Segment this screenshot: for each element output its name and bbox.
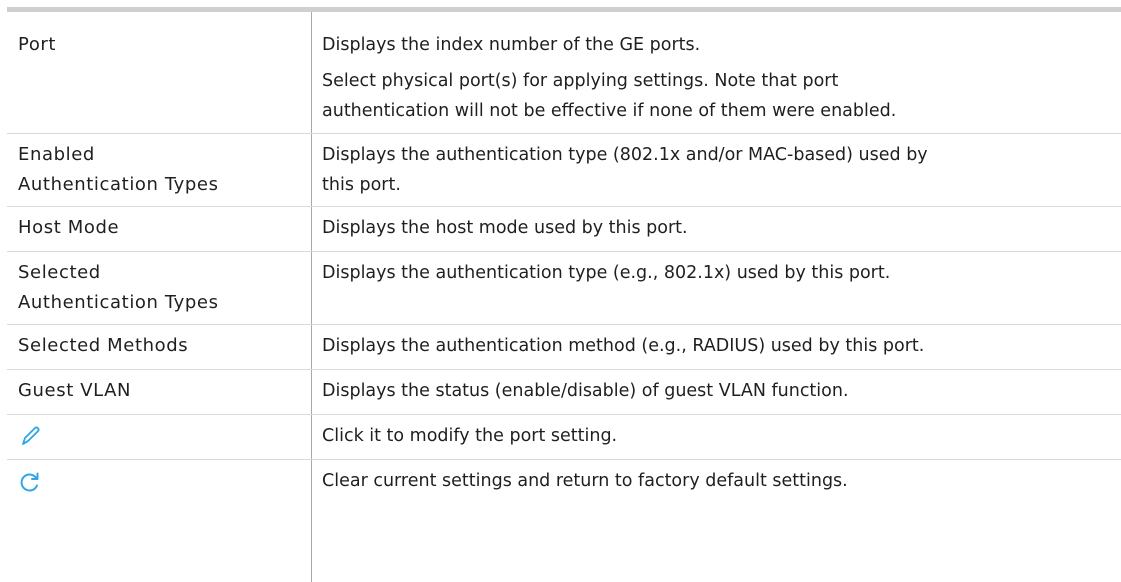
description-cell: Clear current settings and return to fac… bbox=[311, 460, 1121, 582]
description-cell: Displays the authentication type (e.g., … bbox=[311, 252, 1121, 324]
description-line: Displays the status (enable/disable) of … bbox=[322, 381, 849, 401]
description-line: Displays the authentication type (e.g., … bbox=[322, 263, 891, 283]
table-row: Port Displays the index number of the GE… bbox=[7, 12, 1121, 134]
table-row: Selected Methods Displays the authentica… bbox=[7, 325, 1121, 370]
term-cell bbox=[7, 460, 311, 582]
description-cell: Displays the authentication type (802.1x… bbox=[311, 134, 1121, 206]
table-row: Enabled Authentication Types Displays th… bbox=[7, 134, 1121, 207]
term-cell: Selected Methods bbox=[7, 325, 311, 369]
refresh-icon bbox=[18, 470, 42, 494]
table-row: Guest VLAN Displays the status (enable/d… bbox=[7, 370, 1121, 415]
term-label: Authentication Types bbox=[18, 174, 219, 195]
table-row: Selected Authentication Types Displays t… bbox=[7, 252, 1121, 325]
term-cell: Port bbox=[7, 12, 311, 133]
description-line: Click it to modify the port setting. bbox=[322, 426, 618, 446]
description-table: Port Displays the index number of the GE… bbox=[7, 7, 1121, 582]
term-cell: Selected Authentication Types bbox=[7, 252, 311, 324]
term-label: Port bbox=[18, 34, 57, 55]
description-cell: Displays the host mode used by this port… bbox=[311, 207, 1121, 251]
term-cell: Host Mode bbox=[7, 207, 311, 251]
description-line: Displays the authentication type (802.1x… bbox=[322, 145, 928, 165]
description-line: this port. bbox=[322, 175, 401, 195]
term-cell: Guest VLAN bbox=[7, 370, 311, 414]
description-line: Displays the index number of the GE port… bbox=[322, 35, 701, 55]
description-line: Displays the authentication method (e.g.… bbox=[322, 336, 925, 356]
description-cell: Displays the status (enable/disable) of … bbox=[311, 370, 1121, 414]
term-label: Selected bbox=[18, 262, 101, 283]
table-row: Clear current settings and return to fac… bbox=[7, 460, 1121, 582]
description-cell: Displays the index number of the GE port… bbox=[311, 12, 1121, 133]
description-line: Clear current settings and return to fac… bbox=[322, 471, 848, 491]
term-label: Host Mode bbox=[18, 217, 120, 238]
table-row: Host Mode Displays the host mode used by… bbox=[7, 207, 1121, 252]
term-label: Selected Methods bbox=[18, 335, 189, 356]
description-cell: Click it to modify the port setting. bbox=[311, 415, 1121, 459]
term-label: Authentication Types bbox=[18, 292, 219, 313]
description-line: authentication will not be effective if … bbox=[322, 101, 897, 121]
term-cell bbox=[7, 415, 311, 459]
description-line: Displays the host mode used by this port… bbox=[322, 218, 688, 238]
term-label: Guest VLAN bbox=[18, 380, 132, 401]
term-cell: Enabled Authentication Types bbox=[7, 134, 311, 206]
table-row: Click it to modify the port setting. bbox=[7, 415, 1121, 460]
edit-pencil-icon bbox=[18, 425, 42, 449]
term-label: Enabled bbox=[18, 144, 95, 165]
description-cell: Displays the authentication method (e.g.… bbox=[311, 325, 1121, 369]
description-line: Select physical port(s) for applying set… bbox=[322, 71, 839, 91]
